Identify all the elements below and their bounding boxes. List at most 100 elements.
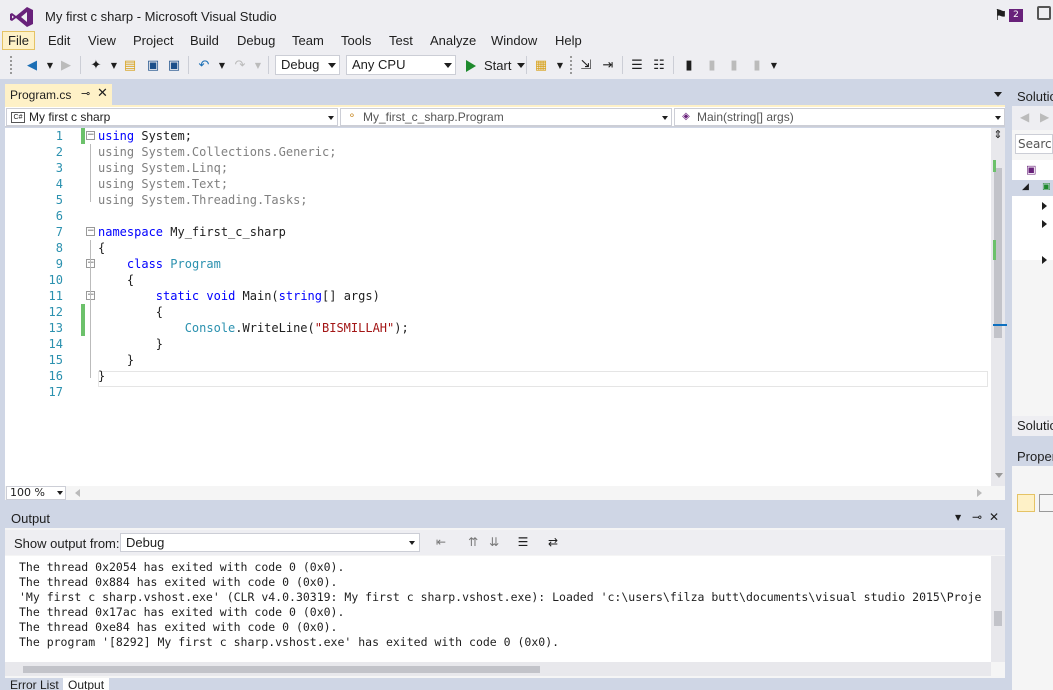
open-file-icon[interactable]: ▤ <box>122 57 138 73</box>
code-line[interactable]: { <box>98 240 105 256</box>
close-icon[interactable]: ✕ <box>989 510 999 524</box>
tab-output[interactable]: Output <box>63 678 110 690</box>
output-source-select[interactable]: Debug <box>120 533 420 552</box>
toggle-word-wrap-icon[interactable]: ⇄ <box>545 535 561 551</box>
menu-tools[interactable]: Tools <box>335 31 377 50</box>
find-dropdown-icon[interactable]: ▼ <box>552 57 568 73</box>
code-line[interactable]: static void Main(string[] args) <box>98 288 380 304</box>
solution-explorer-search[interactable]: Search Solution Explorer (Ctrl+;) <box>1015 134 1053 154</box>
previous-bookmark-icon[interactable]: ▮ <box>704 57 720 73</box>
menu-help[interactable]: Help <box>549 31 588 50</box>
forward-icon[interactable]: ▶ <box>1040 110 1049 124</box>
next-bookmark-icon[interactable]: ▮ <box>726 57 742 73</box>
previous-message-icon[interactable]: ⇈ <box>465 535 481 551</box>
new-dropdown-icon[interactable]: ▼ <box>106 57 122 73</box>
toolbar-grip[interactable] <box>570 56 574 74</box>
start-debugging-button[interactable]: Start <box>464 56 526 75</box>
code-line[interactable]: using System.Threading.Tasks; <box>98 192 308 208</box>
redo-icon[interactable]: ↷ <box>232 57 248 73</box>
find-in-files-icon[interactable]: ▦ <box>533 57 549 73</box>
menu-debug[interactable]: Debug <box>231 31 281 50</box>
editor-vertical-scrollbar[interactable] <box>991 128 1005 486</box>
expand-triangle-icon[interactable]: ◢ <box>1022 182 1029 192</box>
uncomment-lines-icon[interactable]: ☷ <box>651 57 667 73</box>
tree-item-project[interactable]: ◢ ▣ <box>1012 180 1053 196</box>
code-editor[interactable]: 1234567891011121314151617 −−−− using Sys… <box>5 128 1007 500</box>
menu-window[interactable]: Window <box>485 31 543 50</box>
code-line[interactable]: { <box>98 272 134 288</box>
back-dropdown-icon[interactable]: ▼ <box>42 57 58 73</box>
menu-test[interactable]: Test <box>383 31 419 50</box>
solution-platform-select[interactable]: Any CPU <box>346 55 456 75</box>
menu-file[interactable]: File <box>2 31 35 50</box>
solution-tree[interactable]: ▣ ◢ ▣ <box>1012 160 1053 264</box>
output-vertical-scrollbar[interactable] <box>991 556 1005 662</box>
code-line[interactable]: using System; <box>98 128 192 144</box>
code-line[interactable]: Console.WriteLine("BISMILLAH"); <box>98 320 409 336</box>
scroll-right-icon[interactable] <box>977 489 982 497</box>
redo-dropdown-icon[interactable]: ▼ <box>250 57 266 73</box>
close-icon[interactable]: ✕ <box>97 86 108 101</box>
expand-triangle-icon[interactable] <box>1042 202 1047 210</box>
code-line[interactable]: { <box>98 304 163 320</box>
toolbar-options-icon[interactable]: ▼ <box>766 57 782 73</box>
bookmark-icon[interactable]: ▮ <box>681 57 697 73</box>
navigate-back-icon[interactable]: ◀ <box>24 57 40 73</box>
project-dropdown[interactable]: C# My first c sharp <box>6 108 338 126</box>
output-horizontal-scrollbar[interactable] <box>5 662 991 676</box>
expand-triangle-icon[interactable] <box>1042 220 1047 228</box>
pin-icon[interactable]: ⊸ <box>81 87 90 100</box>
scroll-left-icon[interactable] <box>75 489 80 497</box>
new-project-icon[interactable]: ✦ <box>88 57 104 73</box>
save-icon[interactable]: ▣ <box>145 57 161 73</box>
collapse-region-icon[interactable]: − <box>86 131 95 140</box>
categorized-icon[interactable] <box>1017 494 1035 512</box>
feedback-icon[interactable] <box>1037 6 1051 20</box>
clear-all-icon[interactable]: ☰ <box>515 535 531 551</box>
undo-icon[interactable]: ↶ <box>196 57 212 73</box>
code-line[interactable]: namespace My_first_c_sharp <box>98 224 286 240</box>
scrollbar-thumb[interactable] <box>994 611 1002 626</box>
code-line[interactable]: class Program <box>98 256 221 272</box>
menu-edit[interactable]: Edit <box>42 31 76 50</box>
code-line[interactable]: using System.Linq; <box>98 160 228 176</box>
save-all-icon[interactable]: ▣ <box>166 57 182 73</box>
code-line[interactable]: using System.Collections.Generic; <box>98 144 336 160</box>
menu-project[interactable]: Project <box>127 31 179 50</box>
tab-list-dropdown-icon[interactable] <box>994 92 1002 97</box>
zoom-select[interactable]: 100 % <box>6 486 66 500</box>
solution-configuration-select[interactable]: Debug <box>275 55 340 75</box>
code-line[interactable]: } <box>98 368 105 384</box>
undo-dropdown-icon[interactable]: ▼ <box>214 57 230 73</box>
next-message-icon[interactable]: ⇊ <box>486 535 502 551</box>
step-into-icon[interactable]: ⇲ <box>578 57 594 73</box>
window-position-icon[interactable]: ▼ <box>955 513 961 522</box>
collapse-region-icon[interactable]: − <box>86 227 95 236</box>
menu-team[interactable]: Team <box>286 31 330 50</box>
code-line[interactable]: } <box>98 352 134 368</box>
menu-analyze[interactable]: Analyze <box>424 31 482 50</box>
step-over-icon[interactable]: ⇥ <box>600 57 616 73</box>
scroll-down-icon[interactable] <box>995 473 1003 478</box>
comment-lines-icon[interactable]: ☰ <box>629 57 645 73</box>
tab-program-cs[interactable]: Program.cs ⊸ ✕ <box>5 84 112 106</box>
notifications-button[interactable]: ⚑ 2 <box>994 6 1026 24</box>
back-icon[interactable]: ◀ <box>1020 110 1029 124</box>
scrollbar-thumb[interactable] <box>23 666 540 673</box>
output-text[interactable]: The thread 0x2054 has exited with code 0… <box>5 556 991 662</box>
class-dropdown[interactable]: ⚬ My_first_c_sharp.Program <box>340 108 672 126</box>
navigate-forward-icon[interactable]: ▶ <box>58 57 74 73</box>
alphabetical-icon[interactable] <box>1039 494 1053 512</box>
toolbar-grip[interactable] <box>10 56 14 74</box>
menu-view[interactable]: View <box>82 31 122 50</box>
code-line[interactable]: } <box>98 336 163 352</box>
split-editor-icon[interactable]: ⇕ <box>992 128 1004 142</box>
tab-error-list[interactable]: Error List <box>5 678 64 690</box>
solution-explorer-tab[interactable]: Solution Explorer <box>1012 416 1053 436</box>
code-line[interactable]: using System.Text; <box>98 176 228 192</box>
find-message-icon[interactable]: ⇤ <box>433 535 449 551</box>
expand-triangle-icon[interactable] <box>1042 256 1047 264</box>
member-dropdown[interactable]: ◈ Main(string[] args) <box>674 108 1005 126</box>
pin-icon[interactable]: ⊸ <box>972 510 982 524</box>
menu-build[interactable]: Build <box>184 31 225 50</box>
